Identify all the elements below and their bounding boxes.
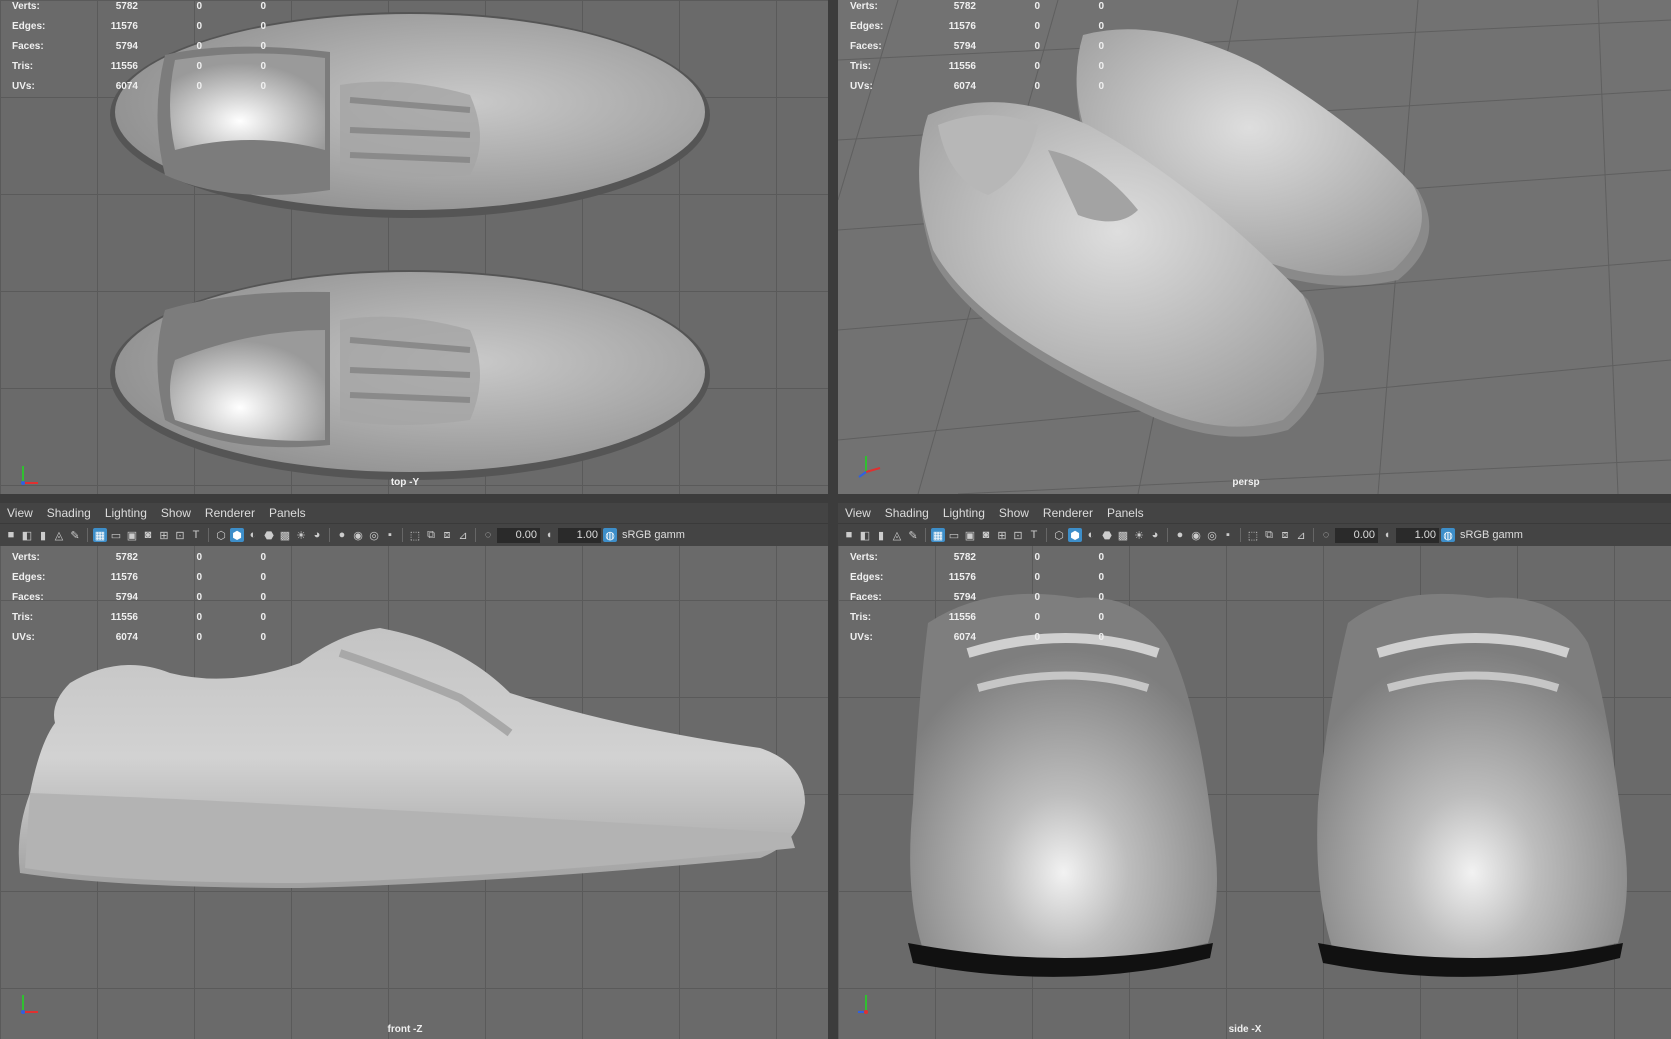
camera-label-front: front -Z bbox=[387, 1024, 423, 1035]
poly-count-hud: Verts: 5782 0 0 Edges: 11576 0 0 Faces: 5794 0 0 … bbox=[12, 0, 266, 96]
poly-count-hud: Verts: 5782 0 0 Edges: 11576 0 0 Faces: 5794 0 0 … bbox=[850, 0, 1104, 92]
hud-row-verts: Verts: 5782 0 0 bbox=[12, 0, 266, 12]
hud-row-faces: Faces: 5794 0 0 bbox=[12, 40, 266, 52]
viewport-divider-vertical[interactable] bbox=[828, 0, 838, 1039]
axis-gizmo-icon bbox=[21, 466, 38, 485]
poly-count-hud-stats: Verts: 5782 0 0 Edges: 11576 0 0 Faces: 5794 0 0 … bbox=[12, 551, 266, 643]
viewport-persp[interactable]: Verts: 5782 0 0 Edges: 11576 0 0 Faces: 5794 0 0 … bbox=[838, 0, 1671, 494]
axis-gizmo-icon bbox=[858, 456, 881, 478]
camera-label-side: side -X bbox=[1228, 1024, 1262, 1035]
axis-gizmo-icon bbox=[21, 995, 38, 1014]
camera-label-top: top -Y bbox=[390, 477, 420, 488]
axis-gizmo-icon bbox=[858, 995, 868, 1014]
viewport-top[interactable]: Verts: 5782 0 0 Edges: 11576 0 0 Faces: 5794 0 0 … bbox=[0, 0, 828, 494]
camera-label-persp: persp bbox=[1232, 477, 1260, 488]
poly-count-hud: Verts: 5782 0 0 Edges: 11576 0 0 Faces: 5794 0 0 … bbox=[850, 551, 1104, 643]
hud-row-tris: Tris: 11556 0 0 bbox=[12, 60, 266, 72]
viewport-side[interactable]: View Shading Lighting Show Renderer Pane… bbox=[838, 503, 1671, 1039]
hud-row-edges: Edges: 11576 0 0 bbox=[12, 20, 266, 32]
hud-row-uvs: UVs: 6074 0 0 bbox=[12, 80, 266, 92]
viewport-divider-horizontal[interactable] bbox=[0, 494, 1671, 503]
viewport-front[interactable]: View Shading Lighting Show Renderer Pane… bbox=[0, 503, 828, 1039]
